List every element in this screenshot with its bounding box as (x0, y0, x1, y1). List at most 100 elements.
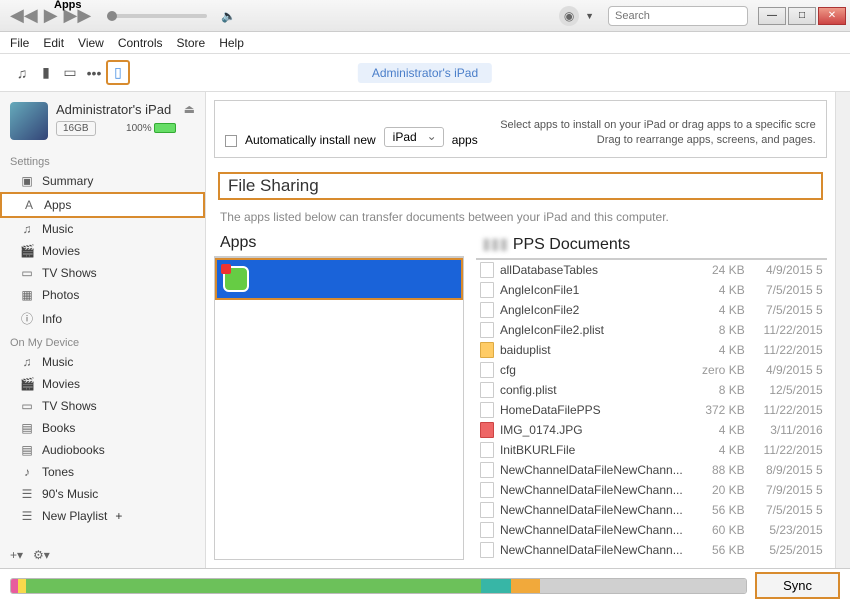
auto-install-checkbox[interactable] (225, 135, 237, 147)
file-date: 4/9/2015 5 (751, 263, 823, 277)
sync-button[interactable]: Sync (755, 572, 840, 599)
menu-help[interactable]: Help (219, 36, 244, 50)
document-row[interactable]: NewChannelDataFileNewChann...88 KB8/9/20… (476, 460, 827, 480)
file-name: NewChannelDataFileNewChann... (500, 503, 683, 517)
document-row[interactable]: HomeDataFilePPS372 KB11/22/2015 (476, 400, 827, 420)
settings-gear-icon[interactable]: ⚙▾ (33, 548, 50, 562)
document-row[interactable]: NewChannelDataFileNewChann...56 KB5/25/2… (476, 540, 827, 560)
document-row[interactable]: config.plist8 KB12/5/2015 (476, 380, 827, 400)
file-date: 11/22/2015 (751, 403, 823, 417)
file-name: AngleIconFile2 (500, 303, 683, 317)
account-dropdown-icon[interactable]: ▼ (585, 11, 594, 21)
file-icon (480, 342, 494, 358)
menu-controls[interactable]: Controls (118, 36, 163, 50)
file-icon (480, 402, 494, 418)
title-bar: ◀◀ ▶ ▶▶ 🔈 ◉ ▼ — □ ✕ (0, 0, 850, 32)
minimize-button[interactable]: — (758, 7, 786, 25)
file-icon (480, 362, 494, 378)
maximize-button[interactable]: □ (788, 7, 816, 25)
file-size: 4 KB (689, 303, 745, 317)
file-size: 4 KB (689, 443, 745, 457)
sidebar-item-summary[interactable]: ▣Summary (0, 170, 205, 192)
add-icon[interactable]: + (115, 509, 122, 523)
prev-icon[interactable]: ◀◀ (10, 5, 38, 26)
apps-column-header: Apps (214, 230, 464, 257)
file-icon (480, 442, 494, 458)
sidebar-item-tv-shows[interactable]: ▭TV Shows (0, 395, 205, 417)
search-input[interactable] (608, 6, 748, 26)
apps-list[interactable] (214, 257, 464, 560)
sidebar-item-books[interactable]: ▤Books (0, 417, 205, 439)
sidebar-item-new-playlist[interactable]: ☰New Playlist+ (0, 505, 205, 527)
file-size: 24 KB (689, 263, 745, 277)
volume-icon[interactable]: 🔈 (221, 9, 235, 23)
device-tab-icon[interactable]: ▯ (106, 60, 130, 85)
sidebar-item-tv-shows[interactable]: ▭TV Shows (0, 262, 205, 284)
eject-icon[interactable]: ⏏ (184, 102, 195, 116)
documents-list[interactable]: allDatabaseTables24 KB4/9/2015 5AngleIco… (476, 259, 827, 560)
app-row-selected[interactable] (215, 258, 463, 300)
close-button[interactable]: ✕ (818, 7, 846, 25)
file-size: 20 KB (689, 483, 745, 497)
battery-label: 100% (126, 123, 176, 134)
document-row[interactable]: InitBKURLFile4 KB11/22/2015 (476, 440, 827, 460)
scrollbar[interactable] (835, 92, 850, 568)
auto-install-box: Automatically install new iPad apps Sele… (214, 100, 827, 158)
document-row[interactable]: NewChannelDataFileNewChann...60 KB5/23/2… (476, 520, 827, 540)
file-icon (480, 422, 494, 438)
device-header: Administrator's iPad 16GB 100% ⏏ (0, 92, 205, 150)
add-button-icon[interactable]: +▾ (10, 548, 23, 562)
sidebar-item-tones[interactable]: ♪Tones (0, 461, 205, 483)
storage-apps-label: Apps (54, 0, 82, 592)
document-row[interactable]: AngleIconFile14 KB7/5/2015 5 (476, 280, 827, 300)
music-tab-icon[interactable]: ♫ (10, 65, 34, 81)
sidebar-item-movies[interactable]: 🎬Movies (0, 240, 205, 262)
sidebar-item-photos[interactable]: ▦Photos (0, 284, 205, 306)
device-name-pill[interactable]: Administrator's iPad (358, 63, 492, 83)
file-name: IMG_0174.JPG (500, 423, 683, 437)
auto-install-select[interactable]: iPad (384, 127, 444, 147)
document-row[interactable]: allDatabaseTables24 KB4/9/2015 5 (476, 260, 827, 280)
file-size: 88 KB (689, 463, 745, 477)
file-icon (480, 502, 494, 518)
sidebar-item-music[interactable]: ♫Music (0, 218, 205, 240)
file-name: cfg (500, 363, 683, 377)
account-icon[interactable]: ◉ (559, 6, 579, 26)
file-sharing-sub: The apps listed below can transfer docum… (206, 204, 835, 230)
document-row[interactable]: baiduplist4 KB11/22/2015 (476, 340, 827, 360)
document-row[interactable]: cfgzero KB4/9/2015 5 (476, 360, 827, 380)
document-row[interactable]: NewChannelDataFileNewChann...20 KB7/9/20… (476, 480, 827, 500)
window-controls: — □ ✕ (758, 7, 846, 25)
document-row[interactable]: IMG_0174.JPG4 KB3/11/2016 (476, 420, 827, 440)
battery-icon (154, 123, 176, 133)
app-icon (223, 266, 249, 292)
sidebar-item-music[interactable]: ♫Music (0, 351, 205, 373)
menu-file[interactable]: File (10, 36, 29, 50)
document-row[interactable]: NewChannelDataFileNewChann...56 KB7/5/20… (476, 500, 827, 520)
sidebar-item-audiobooks[interactable]: ▤Audiobooks (0, 439, 205, 461)
file-icon (480, 482, 494, 498)
sidebar-item-icon: ▭ (20, 399, 34, 413)
file-size: 56 KB (689, 503, 745, 517)
progress-slider[interactable] (107, 14, 207, 18)
file-icon (480, 302, 494, 318)
more-tab-icon[interactable]: ••• (82, 65, 106, 81)
file-name: baiduplist (500, 343, 683, 357)
sidebar-item-info[interactable]: ⓘInfo (0, 306, 205, 331)
sidebar-item-icon: ▭ (20, 266, 34, 280)
menu-view[interactable]: View (78, 36, 104, 50)
sidebar-item-icon: ▤ (20, 421, 34, 435)
file-date: 4/9/2015 5 (751, 363, 823, 377)
document-row[interactable]: AngleIconFile24 KB7/5/2015 5 (476, 300, 827, 320)
file-icon (480, 262, 494, 278)
sidebar-item-movies[interactable]: 🎬Movies (0, 373, 205, 395)
sidebar-item-apps[interactable]: AApps (0, 192, 205, 218)
file-name: config.plist (500, 383, 683, 397)
menu-store[interactable]: Store (177, 36, 206, 50)
ondevice-section-label: On My Device (0, 331, 205, 351)
document-row[interactable]: AngleIconFile2.plist8 KB11/22/2015 (476, 320, 827, 340)
file-icon (480, 282, 494, 298)
file-size: 60 KB (689, 523, 745, 537)
sidebar-item-90-s-music[interactable]: ☰90's Music (0, 483, 205, 505)
sidebar-item-icon: ▣ (20, 174, 34, 188)
